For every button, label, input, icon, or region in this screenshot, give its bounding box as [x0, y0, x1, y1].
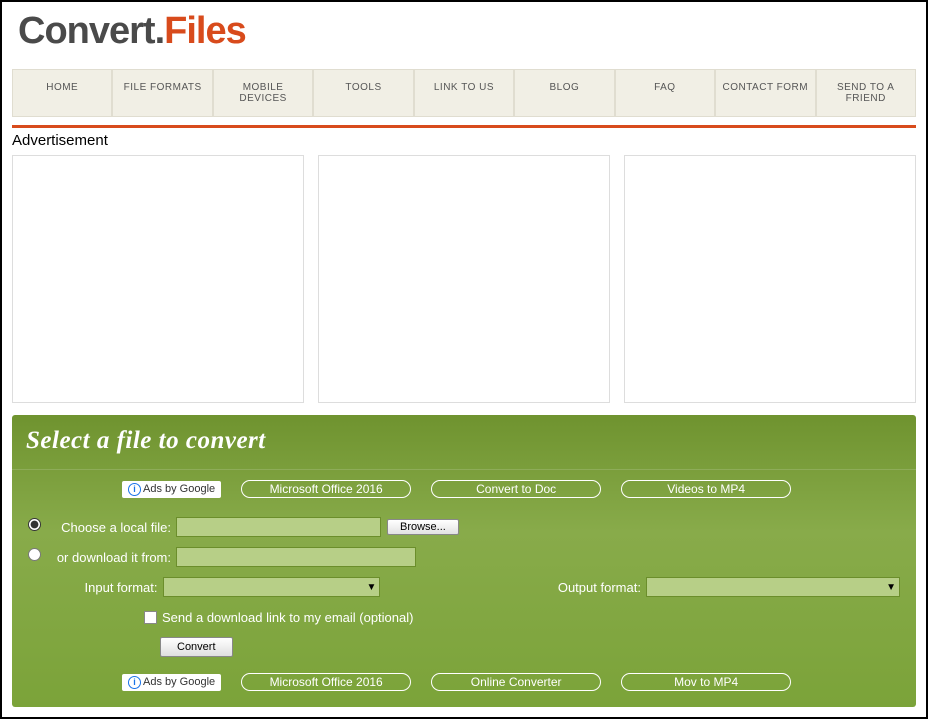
panel-title: Select a file to convert [12, 415, 916, 470]
download-url-input[interactable] [176, 547, 416, 567]
output-format-select[interactable]: ▼ [646, 577, 900, 597]
local-file-label: Choose a local file: [46, 520, 176, 535]
ad-link-online-converter[interactable]: Online Converter [431, 673, 601, 691]
ad-link-mov-mp4[interactable]: Mov to MP4 [621, 673, 791, 691]
download-url-label: or download it from: [46, 550, 176, 565]
ad-slot-3 [624, 155, 916, 403]
email-link-checkbox[interactable] [144, 611, 157, 624]
main-nav: HOME FILE FORMATS MOBILE DEVICES TOOLS L… [12, 69, 916, 117]
nav-faq[interactable]: FAQ [615, 69, 715, 117]
email-link-label: Send a download link to my email (option… [162, 610, 413, 625]
info-icon: i [128, 676, 141, 689]
convert-button[interactable]: Convert [160, 637, 233, 657]
ad-link-videos-mp4[interactable]: Videos to MP4 [621, 480, 791, 498]
ads-by-google-badge[interactable]: i Ads by Google [122, 481, 221, 498]
radio-download-url[interactable] [28, 548, 41, 561]
ads-by-google-badge-bottom[interactable]: i Ads by Google [122, 674, 221, 691]
input-format-select[interactable]: ▼ [163, 577, 381, 597]
browse-button[interactable]: Browse... [387, 519, 459, 535]
info-icon: i [128, 483, 141, 496]
ads-badge-label-bottom: Ads by Google [143, 676, 215, 688]
logo-text-files: Files [164, 10, 246, 52]
chevron-down-icon: ▼ [366, 582, 376, 593]
ad-link-ms-office[interactable]: Microsoft Office 2016 [241, 480, 411, 498]
site-logo[interactable]: Convert.Files [18, 10, 910, 53]
ads-badge-label: Ads by Google [143, 483, 215, 495]
radio-local-file[interactable] [28, 518, 41, 531]
ad-slots-row [12, 155, 916, 403]
local-file-input[interactable] [176, 517, 381, 537]
logo-text-convert: Convert [18, 10, 155, 52]
ads-bar-top: i Ads by Google Microsoft Office 2016 Co… [12, 470, 916, 512]
ad-link-convert-doc[interactable]: Convert to Doc [431, 480, 601, 498]
nav-home[interactable]: HOME [12, 69, 112, 117]
input-format-label: Input format: [28, 580, 163, 595]
nav-contact-form[interactable]: CONTACT FORM [715, 69, 815, 117]
ad-link-ms-office-2[interactable]: Microsoft Office 2016 [241, 673, 411, 691]
ad-slot-1 [12, 155, 304, 403]
output-format-label: Output format: [550, 580, 646, 595]
nav-file-formats[interactable]: FILE FORMATS [112, 69, 212, 117]
nav-link-to-us[interactable]: LINK TO US [414, 69, 514, 117]
nav-blog[interactable]: BLOG [514, 69, 614, 117]
nav-tools[interactable]: TOOLS [313, 69, 413, 117]
logo-dot: . [155, 10, 165, 52]
nav-mobile-devices[interactable]: MOBILE DEVICES [213, 69, 313, 117]
ads-bar-bottom: i Ads by Google Microsoft Office 2016 On… [12, 667, 916, 695]
ad-slot-2 [318, 155, 610, 403]
advertisement-label: Advertisement [2, 128, 926, 153]
chevron-down-icon: ▼ [886, 582, 896, 593]
convert-panel: Select a file to convert i Ads by Google… [12, 415, 916, 707]
nav-send-friend[interactable]: SEND TO A FRIEND [816, 69, 916, 117]
